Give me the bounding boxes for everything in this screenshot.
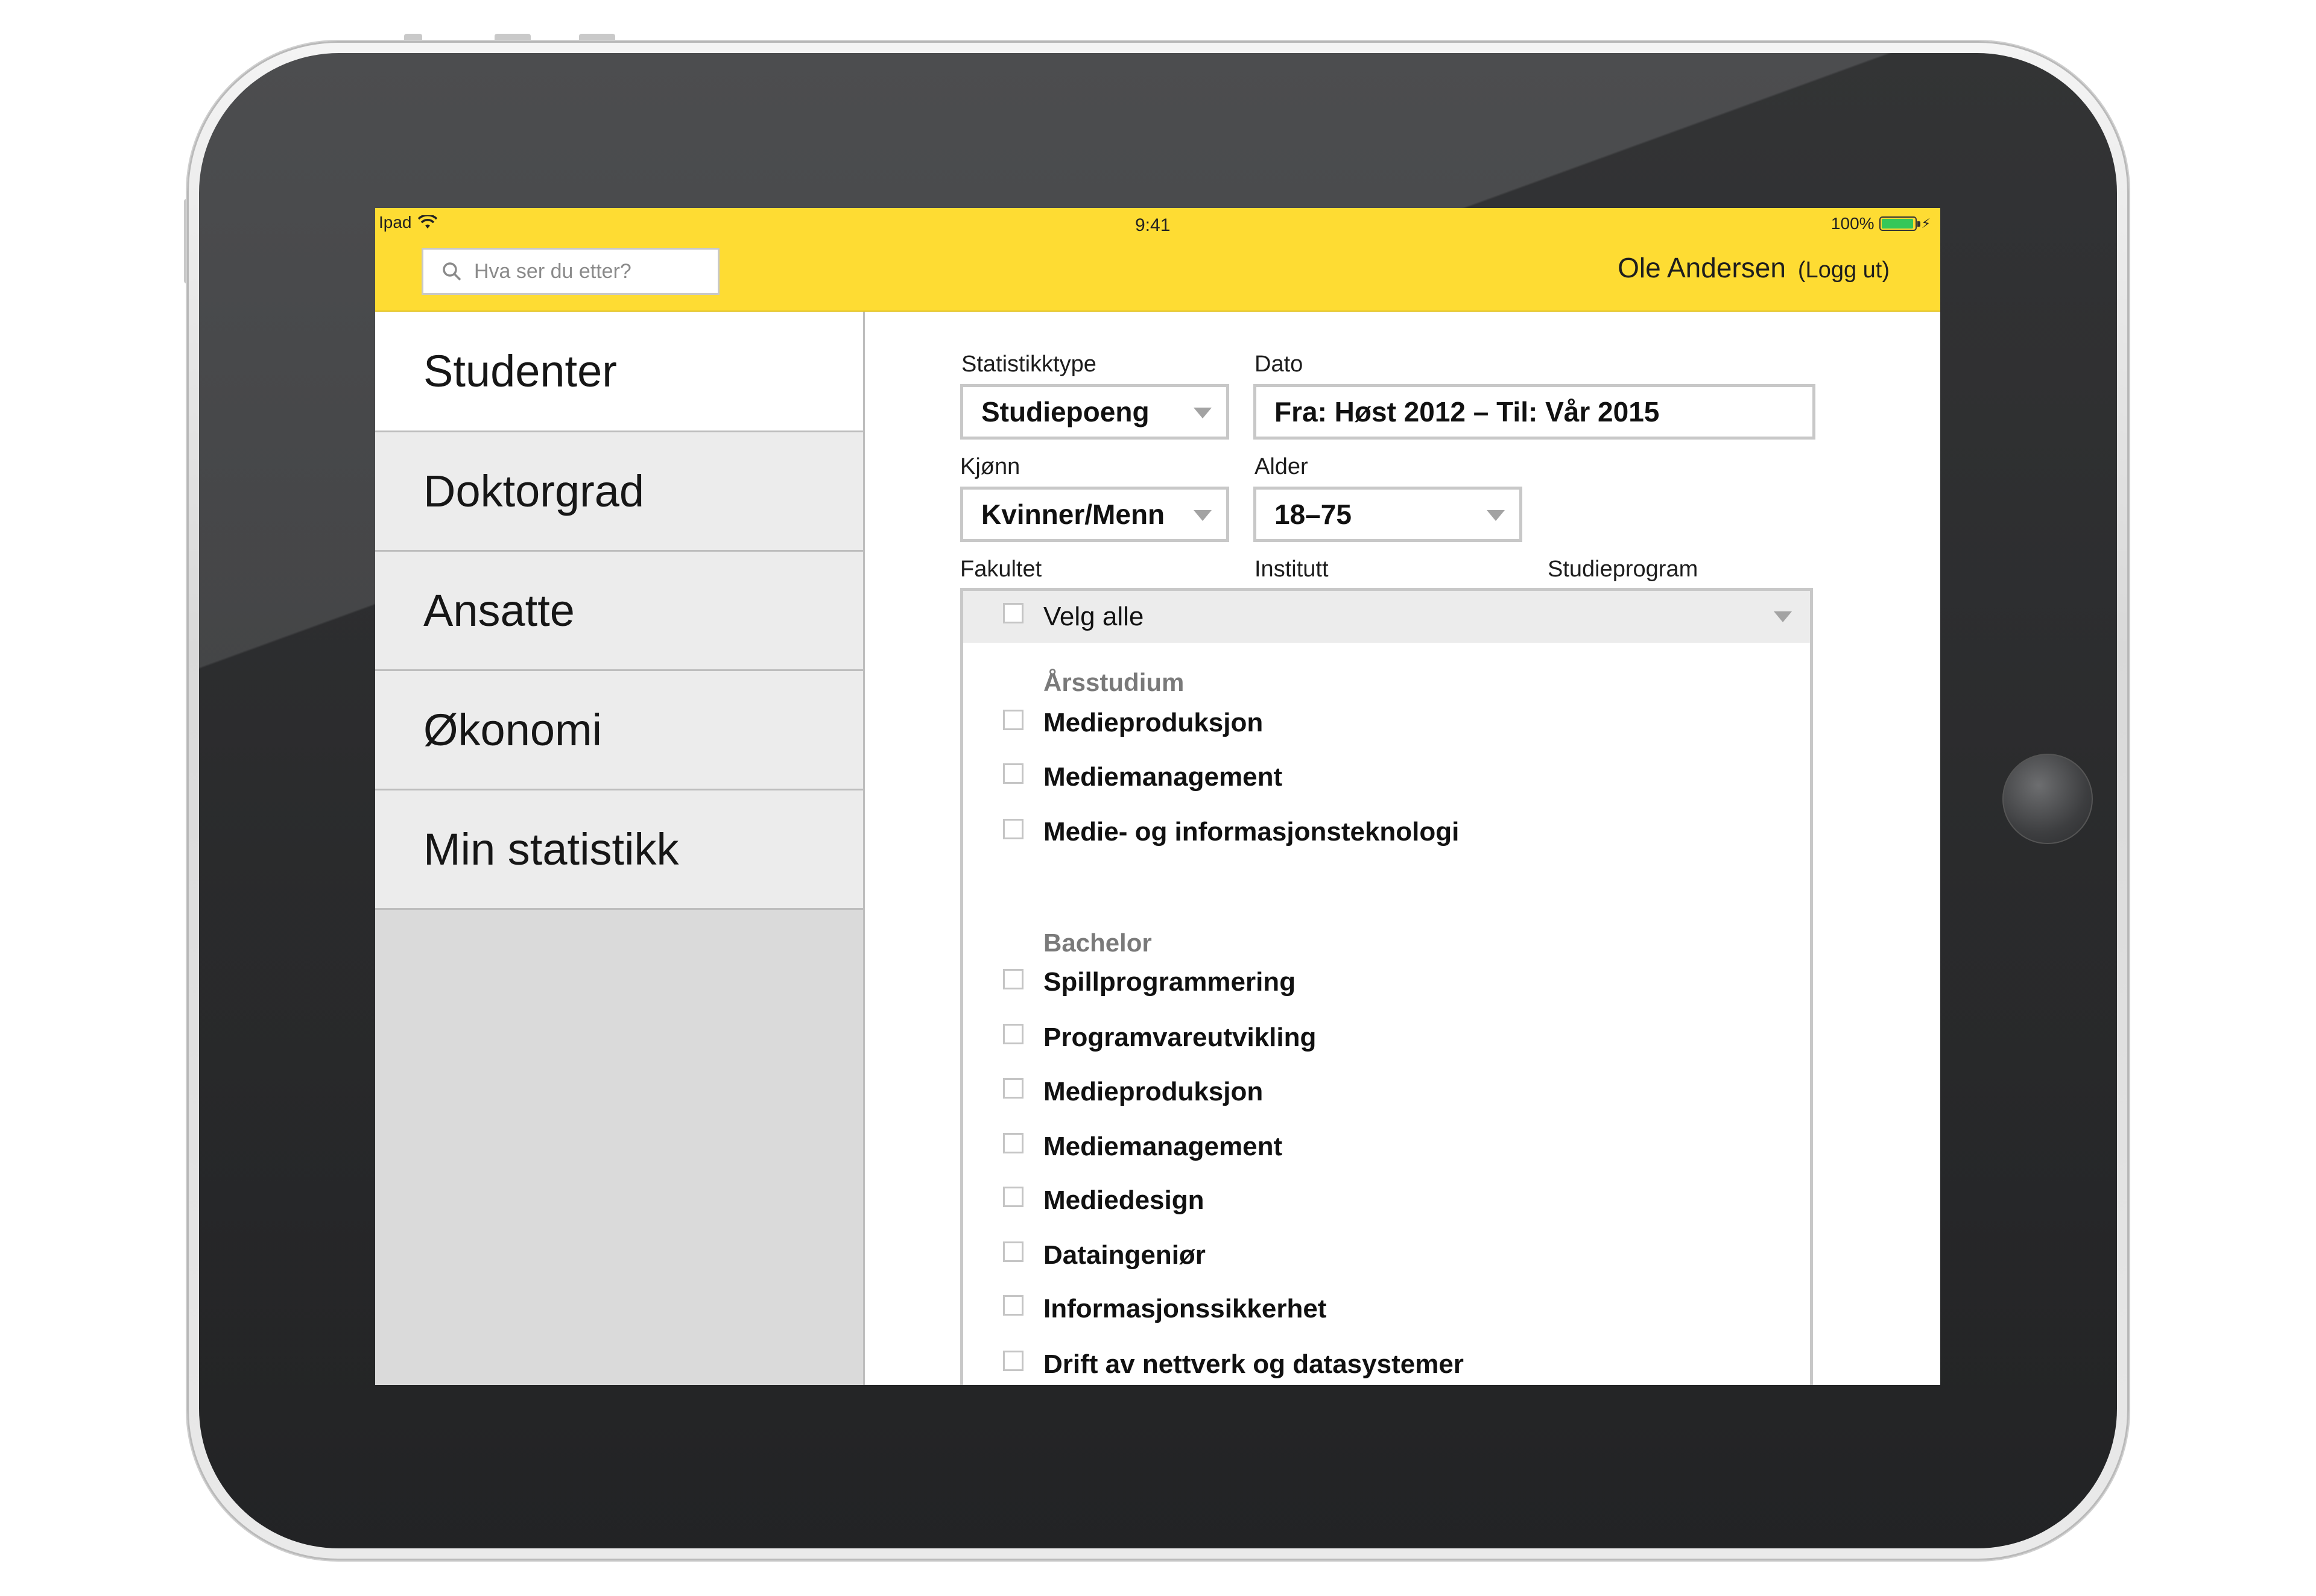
program-label: Medieproduksjon xyxy=(1043,708,1264,737)
program-checkbox[interactable] xyxy=(1003,1241,1024,1262)
kjonn-select[interactable]: Kvinner/Menn xyxy=(960,487,1229,542)
chevron-down-icon xyxy=(1774,611,1792,622)
screen: Ipad 9:41 100% ⚡ Ole Andersen xyxy=(375,208,1940,1385)
program-checkbox[interactable] xyxy=(1003,763,1024,784)
home-button[interactable] xyxy=(2002,754,2093,844)
sidebar: Studenter Doktorgrad Ansatte Økonomi Min… xyxy=(375,312,865,1385)
chevron-down-icon xyxy=(1194,408,1212,418)
kjonn-label: Kjønn xyxy=(960,454,1020,479)
statistikktype-value: Studiepoeng xyxy=(981,396,1150,427)
chevron-down-icon xyxy=(1487,510,1505,521)
program-checkbox[interactable] xyxy=(1003,1187,1024,1207)
wifi-icon xyxy=(417,215,437,229)
program-checkbox[interactable] xyxy=(1003,1024,1024,1044)
institutt-label: Institutt xyxy=(1254,557,1329,582)
program-checkbox[interactable] xyxy=(1003,1078,1024,1099)
sidebar-item-label: Økonomi xyxy=(423,705,603,755)
dato-value: Fra: Høst 2012 – Til: Vår 2015 xyxy=(1274,396,1660,427)
program-checkbox[interactable] xyxy=(1003,710,1024,730)
sidebar-item-doktorgrad[interactable]: Doktorgrad xyxy=(375,432,863,552)
program-label: Mediemanagement xyxy=(1043,1132,1283,1161)
fakultet-label: Fakultet xyxy=(960,557,1042,582)
program-checkbox[interactable] xyxy=(1003,819,1024,839)
program-label: Programvareutvikling xyxy=(1043,1023,1317,1052)
sidebar-item-min-statistikk[interactable]: Min statistikk xyxy=(375,790,863,910)
sidebar-item-studenter[interactable]: Studenter xyxy=(375,312,863,432)
program-label: Mediedesign xyxy=(1043,1185,1204,1215)
charging-icon: ⚡ xyxy=(1921,216,1931,231)
sidebar-item-label: Studenter xyxy=(423,346,617,396)
statistikktype-select[interactable]: Studiepoeng xyxy=(960,384,1229,440)
select-all-row[interactable]: Velg alle xyxy=(963,591,1810,643)
program-checkbox[interactable] xyxy=(1003,1133,1024,1153)
alder-value: 18–75 xyxy=(1274,499,1352,530)
program-label: Mediemanagement xyxy=(1043,762,1283,792)
search-input[interactable] xyxy=(473,259,704,284)
carrier-label: Ipad xyxy=(379,213,412,232)
search-field[interactable] xyxy=(422,248,720,295)
program-checkbox[interactable] xyxy=(1003,1351,1024,1371)
program-label: Spillprogrammering xyxy=(1043,967,1296,997)
program-label: Drift av nettverk og datasystemer xyxy=(1043,1349,1464,1379)
select-all-checkbox[interactable] xyxy=(1003,603,1024,623)
logout-link[interactable]: (Logg ut) xyxy=(1798,257,1890,283)
select-all-label: Velg alle xyxy=(1043,602,1144,631)
group-heading-bachelor: Bachelor xyxy=(1043,929,1152,957)
group-heading-arsstudium: Årsstudium xyxy=(1043,668,1185,696)
kjonn-value: Kvinner/Menn xyxy=(981,499,1165,530)
sidebar-item-label: Min statistikk xyxy=(423,824,679,874)
program-label: Dataingeniør xyxy=(1043,1240,1206,1270)
dato-field[interactable]: Fra: Høst 2012 – Til: Vår 2015 xyxy=(1253,384,1815,440)
program-label: Medie- og informasjonsteknologi xyxy=(1043,817,1460,847)
status-right: 100% ⚡ xyxy=(1831,214,1931,233)
user-area: Ole Andersen (Logg ut) xyxy=(1618,251,1890,284)
status-left: Ipad xyxy=(379,213,437,232)
sidebar-item-ansatte[interactable]: Ansatte xyxy=(375,552,863,671)
top-bar: Ipad 9:41 100% ⚡ Ole Andersen xyxy=(375,208,1940,312)
statistikktype-label: Statistikktype xyxy=(961,352,1096,377)
clock: 9:41 xyxy=(1135,215,1171,235)
search-icon xyxy=(443,262,461,281)
sidebar-item-label: Ansatte xyxy=(423,585,575,636)
alder-label: Alder xyxy=(1254,454,1308,479)
battery-percent: 100% xyxy=(1830,214,1875,233)
program-list-panel: Velg alle Årsstudium Medieproduksjon Med… xyxy=(960,588,1813,1385)
alder-select[interactable]: 18–75 xyxy=(1253,487,1522,542)
battery-icon xyxy=(1879,216,1920,231)
studieprogram-label: Studieprogram xyxy=(1548,557,1698,582)
user-name: Ole Andersen xyxy=(1618,252,1786,283)
program-checkbox[interactable] xyxy=(1003,969,1024,989)
dato-label: Dato xyxy=(1254,352,1303,377)
chevron-down-icon xyxy=(1194,510,1212,521)
sidebar-item-okonomi[interactable]: Økonomi xyxy=(375,671,863,790)
program-checkbox[interactable] xyxy=(1003,1295,1024,1316)
sidebar-item-label: Doktorgrad xyxy=(423,466,645,516)
program-label: Informasjonssikkerhet xyxy=(1043,1294,1327,1323)
program-label: Medieproduksjon xyxy=(1043,1077,1264,1106)
